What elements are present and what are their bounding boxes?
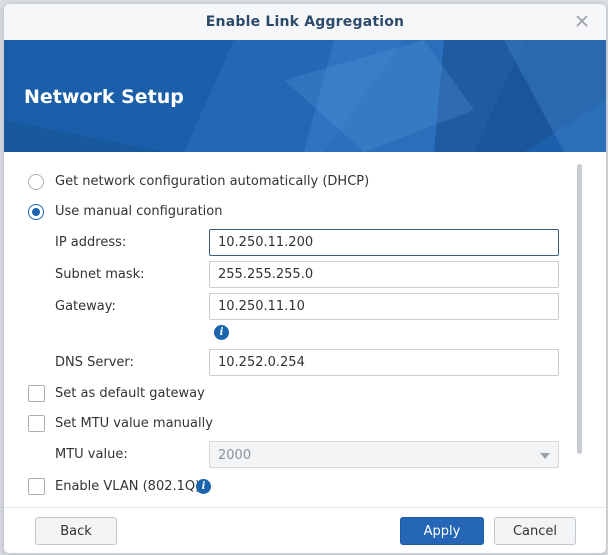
- vlan-checkbox[interactable]: [28, 478, 45, 495]
- default-gateway-label[interactable]: Set as default gateway: [55, 386, 205, 401]
- cancel-button[interactable]: Cancel: [494, 517, 576, 545]
- gateway-input[interactable]: [209, 293, 559, 320]
- gateway-label: Gateway:: [55, 299, 116, 314]
- banner-title: Network Setup: [24, 86, 184, 108]
- default-gateway-checkbox[interactable]: [28, 385, 45, 402]
- manual-config-radio[interactable]: [28, 204, 44, 220]
- dns-server-label: DNS Server:: [55, 355, 134, 370]
- ip-address-label: IP address:: [55, 235, 127, 250]
- mtu-manual-checkbox[interactable]: [28, 415, 45, 432]
- dns-server-input[interactable]: [209, 349, 559, 376]
- dhcp-radio[interactable]: [28, 174, 44, 190]
- subnet-mask-label: Subnet mask:: [55, 267, 145, 282]
- gateway-info-icon[interactable]: i: [214, 325, 229, 340]
- manual-config-label[interactable]: Use manual configuration: [55, 204, 222, 219]
- network-settings-form: Get network configuration automatically …: [4, 152, 606, 507]
- content-scrollbar[interactable]: [577, 164, 582, 454]
- mtu-value-select: 2000: [209, 441, 559, 468]
- close-icon[interactable]: [572, 11, 592, 31]
- back-button[interactable]: Back: [35, 517, 117, 545]
- dialog-titlebar: Enable Link Aggregation: [4, 4, 606, 41]
- link-aggregation-dialog: Enable Link Aggregation Network Setup Ge…: [3, 3, 607, 554]
- chevron-down-icon: [540, 453, 550, 459]
- dhcp-label[interactable]: Get network configuration automatically …: [55, 174, 369, 189]
- subnet-mask-input[interactable]: [209, 261, 559, 288]
- dialog-title: Enable Link Aggregation: [205, 14, 405, 30]
- vlan-info-icon[interactable]: i: [196, 479, 211, 494]
- vlan-label[interactable]: Enable VLAN (802.1Q): [55, 479, 200, 494]
- mtu-value-label: MTU value:: [55, 447, 128, 462]
- header-banner: Network Setup: [4, 40, 606, 152]
- mtu-value: 2000: [218, 448, 252, 463]
- ip-address-input[interactable]: [209, 229, 559, 256]
- dialog-footer: Back Apply Cancel: [4, 507, 606, 553]
- mtu-manual-label[interactable]: Set MTU value manually: [55, 416, 213, 431]
- apply-button[interactable]: Apply: [400, 517, 484, 545]
